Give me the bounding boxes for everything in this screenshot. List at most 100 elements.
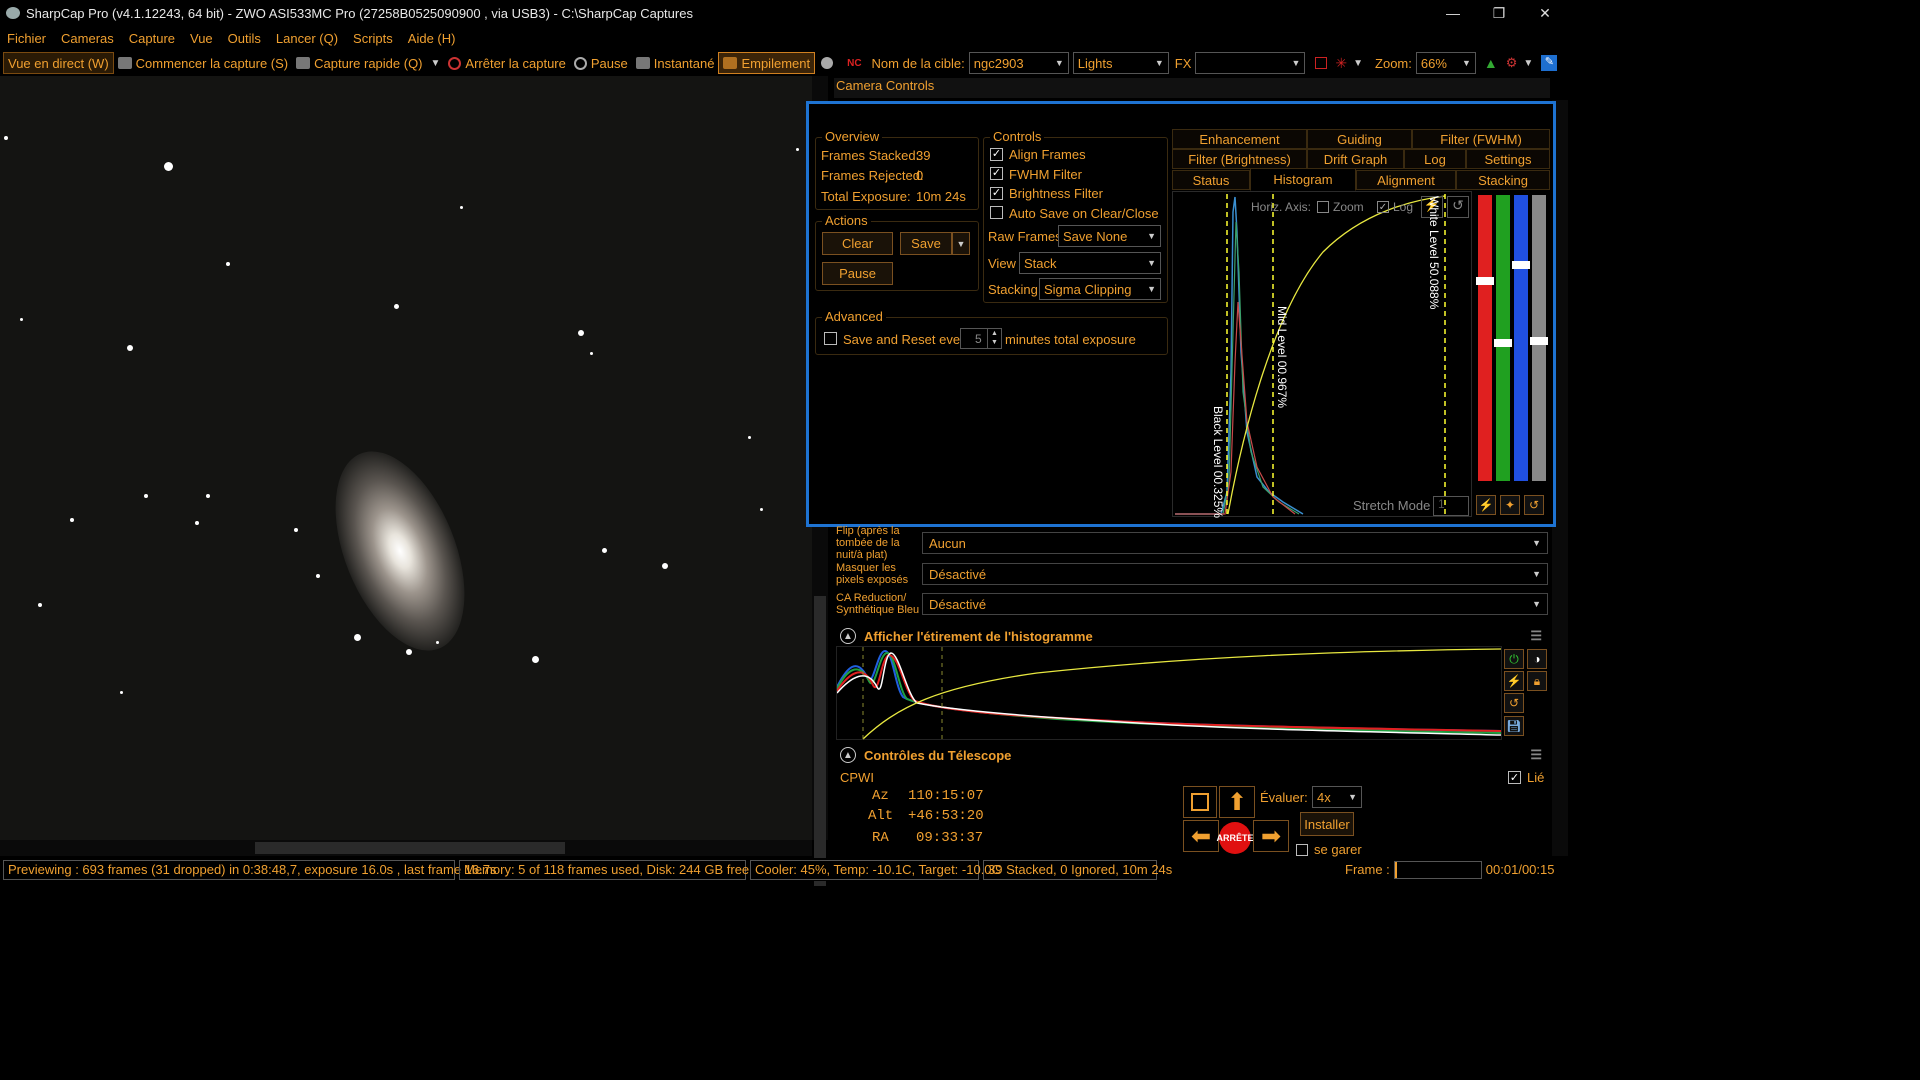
- menu-fichier[interactable]: Fichier: [7, 31, 46, 46]
- zoom-checkbox[interactable]: [1317, 201, 1329, 213]
- maximize-button[interactable]: ❐: [1476, 0, 1522, 26]
- reset-icon[interactable]: ↺: [1447, 196, 1469, 218]
- menu-aide[interactable]: Aide (H): [408, 31, 456, 46]
- stretch-mode-stepper[interactable]: 1: [1433, 496, 1469, 516]
- start-capture-button[interactable]: Commencer la capture (S): [114, 52, 292, 74]
- live-view-button[interactable]: Vue en direct (W): [3, 52, 114, 74]
- lightning-icon[interactable]: ⚡: [1504, 671, 1524, 691]
- tab-guiding[interactable]: Guiding: [1307, 129, 1412, 149]
- no-calibration-icon[interactable]: NC: [847, 58, 861, 69]
- power-icon[interactable]: ⏻: [1504, 649, 1524, 669]
- histogram-stretch-header[interactable]: ▲ Afficher l'étirement de l'histogramme …: [836, 625, 1550, 647]
- stepper-arrows-icon[interactable]: ▲ ▼: [987, 329, 1001, 348]
- chevron-down-icon[interactable]: ▼: [1523, 58, 1533, 69]
- view-select[interactable]: Stack ▼: [1019, 252, 1161, 274]
- tab-enhancement[interactable]: Enhancement: [1172, 129, 1307, 149]
- sparkle-icon[interactable]: ✦: [1500, 495, 1520, 515]
- lock-icon[interactable]: 🔒︎: [1527, 671, 1547, 691]
- undo-icon[interactable]: ↺: [1504, 693, 1524, 713]
- minimize-button[interactable]: —: [1430, 0, 1476, 26]
- collapse-chevron-icon[interactable]: ▲: [840, 628, 856, 644]
- image-horizontal-scrollbar[interactable]: [0, 840, 812, 856]
- move-north-button[interactable]: ⬆: [1219, 786, 1255, 818]
- stacking-method-select[interactable]: Sigma Clipping ▼: [1039, 278, 1161, 300]
- close-button[interactable]: ✕: [1522, 0, 1568, 26]
- tab-histogram[interactable]: Histogram: [1250, 168, 1356, 191]
- slider-handle[interactable]: [1530, 337, 1548, 345]
- ca-reduction-select[interactable]: Désactivé ▼: [922, 593, 1548, 615]
- minutes-stepper[interactable]: 5 ▲ ▼: [960, 328, 1002, 349]
- slider-handle[interactable]: [1494, 339, 1512, 347]
- blue-level-slider[interactable]: [1514, 195, 1528, 481]
- frame-type-select[interactable]: Lights ▼: [1072, 52, 1169, 74]
- raw-frames-select[interactable]: Save None ▼: [1058, 225, 1161, 247]
- stack-histogram[interactable]: Horiz. Axis: Zoom ✓ Log ⚡ ↺ Black Level …: [1172, 191, 1472, 518]
- collapse-chevron-icon[interactable]: ▲: [840, 747, 856, 763]
- quick-capture-button[interactable]: Capture rapide (Q) ▼: [292, 52, 444, 74]
- menu-cameras[interactable]: Cameras: [61, 31, 114, 46]
- section-menu-icon[interactable]: ☰: [1530, 747, 1542, 763]
- scroll-thumb[interactable]: [255, 842, 565, 854]
- tab-settings[interactable]: Settings: [1466, 149, 1550, 169]
- image-viewport[interactable]: [0, 76, 812, 840]
- rate-select[interactable]: 4x ▼: [1312, 786, 1362, 808]
- log-checkbox[interactable]: ✓: [1377, 201, 1389, 213]
- move-east-button[interactable]: ➡: [1253, 820, 1289, 852]
- flip-select[interactable]: Aucun ▼: [922, 532, 1548, 554]
- tab-filter-fwhm[interactable]: Filter (FWHM): [1412, 129, 1550, 149]
- snapshot-button[interactable]: Instantané: [632, 52, 719, 74]
- histogram-icon[interactable]: ▲: [1484, 55, 1498, 71]
- lightning-icon[interactable]: ⚡: [1476, 495, 1496, 515]
- stop-capture-button[interactable]: Arrêter la capture: [444, 52, 569, 74]
- goto-button[interactable]: [1183, 786, 1217, 818]
- menu-lancer[interactable]: Lancer (Q): [276, 31, 338, 46]
- mask-exposed-select[interactable]: Désactivé ▼: [922, 563, 1548, 585]
- circle-icon[interactable]: [821, 57, 834, 69]
- save-icon[interactable]: 💾︎: [1504, 716, 1524, 736]
- pause-button[interactable]: Pause: [570, 52, 632, 74]
- park-checkbox[interactable]: [1296, 844, 1308, 856]
- target-name-field[interactable]: ngc2903 ▼: [968, 52, 1069, 74]
- move-west-button[interactable]: ⬅: [1183, 820, 1219, 852]
- tab-status[interactable]: Status: [1172, 170, 1250, 190]
- chevron-down-icon[interactable]: ▼: [1353, 58, 1363, 69]
- save-dropdown-button[interactable]: ▼: [952, 232, 970, 255]
- chevron-down-icon[interactable]: ▼: [431, 58, 441, 69]
- histogram-stretch-graph[interactable]: [836, 646, 1502, 741]
- install-button[interactable]: Installer: [1300, 812, 1354, 836]
- stop-button[interactable]: ARRÊTE: [1217, 822, 1254, 854]
- tab-filter-brightness[interactable]: Filter (Brightness): [1172, 149, 1307, 169]
- telescope-controls-header[interactable]: ▲ Contrôles du Télescope ☰: [836, 744, 1550, 766]
- save-button[interactable]: Save: [900, 232, 952, 255]
- tab-stacking[interactable]: Stacking: [1456, 170, 1550, 190]
- red-level-slider[interactable]: [1478, 195, 1492, 481]
- focus-icon[interactable]: ⚙: [1506, 55, 1518, 71]
- auto-save-checkbox[interactable]: [990, 206, 1003, 219]
- brightness-filter-checkbox[interactable]: ✓: [990, 187, 1003, 200]
- pause-stack-button[interactable]: Pause: [822, 262, 893, 285]
- frame-select-icon[interactable]: [1315, 57, 1328, 69]
- fx-select[interactable]: ▼: [1195, 52, 1306, 74]
- stacking-button[interactable]: Empilement: [718, 52, 816, 74]
- save-reset-checkbox[interactable]: [824, 332, 837, 345]
- zoom-select[interactable]: 66% ▼: [1415, 52, 1476, 74]
- menu-scripts[interactable]: Scripts: [353, 31, 393, 46]
- undo-icon[interactable]: ↺: [1524, 495, 1544, 515]
- align-frames-checkbox[interactable]: ✓: [990, 148, 1003, 161]
- tab-drift-graph[interactable]: Drift Graph: [1307, 149, 1404, 169]
- menu-capture[interactable]: Capture: [129, 31, 175, 46]
- tab-alignment[interactable]: Alignment: [1356, 170, 1456, 190]
- menu-vue[interactable]: Vue: [190, 31, 213, 46]
- slider-handle[interactable]: [1476, 277, 1494, 285]
- green-level-slider[interactable]: [1496, 195, 1510, 481]
- crosshair-icon[interactable]: ✳: [1335, 55, 1347, 72]
- clear-button[interactable]: Clear: [822, 232, 893, 255]
- tab-log[interactable]: Log: [1404, 149, 1466, 169]
- linked-checkbox[interactable]: ✓: [1508, 771, 1521, 784]
- contrast-icon[interactable]: ◑: [1527, 649, 1547, 669]
- menu-outils[interactable]: Outils: [228, 31, 261, 46]
- slider-handle[interactable]: [1512, 261, 1530, 269]
- fwhm-filter-checkbox[interactable]: ✓: [990, 167, 1003, 180]
- section-menu-icon[interactable]: ☰: [1530, 628, 1542, 644]
- scroll-thumb[interactable]: [814, 596, 826, 886]
